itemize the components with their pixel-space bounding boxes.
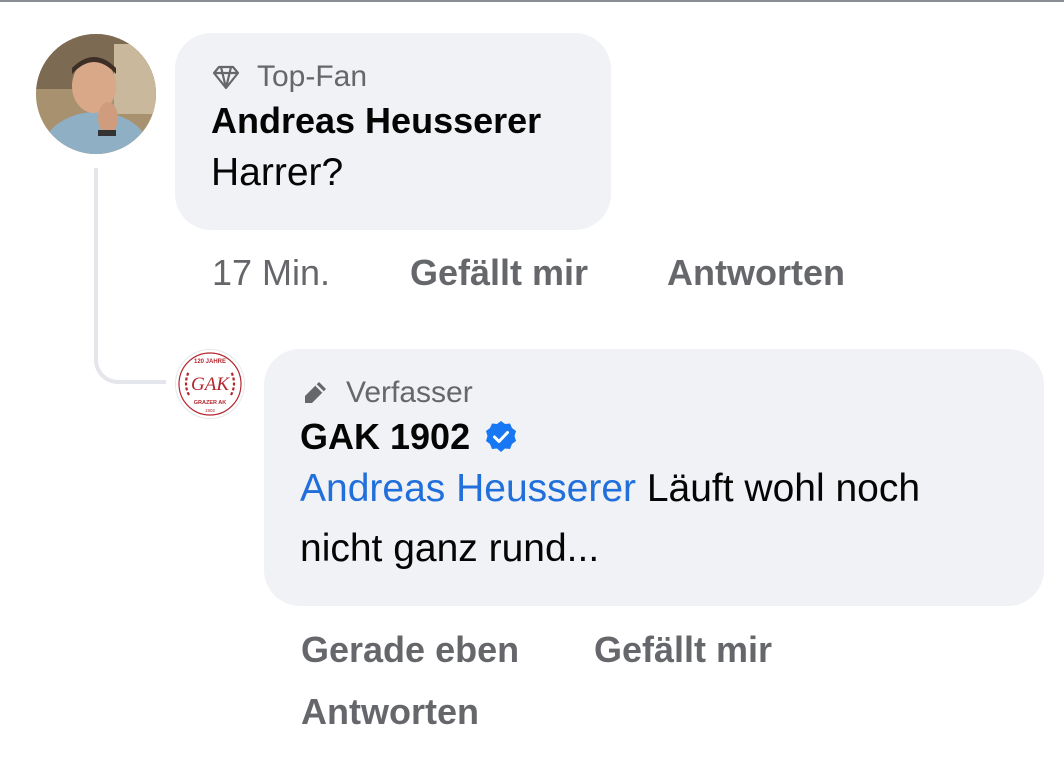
logo-top-text: 120 JAHRE <box>194 359 226 365</box>
reply-bubble: Verfasser GAK 1902 Andreas Heusserer Läu… <box>264 349 1044 606</box>
author-name[interactable]: GAK 1902 <box>300 415 470 459</box>
logo-bottom-text: GRAZER AK <box>194 400 227 406</box>
diamond-icon <box>212 65 240 90</box>
comment-author[interactable]: Andreas Heusserer <box>211 99 575 143</box>
top-divider <box>0 0 1064 2</box>
comment-author[interactable]: GAK 1902 <box>300 415 1008 459</box>
pencil-icon <box>305 382 326 403</box>
mention-link[interactable]: Andreas Heusserer <box>300 467 636 510</box>
top-fan-badge: Top-Fan <box>211 59 575 95</box>
badge-label: Top-Fan <box>257 60 368 93</box>
like-button[interactable]: Gefällt mir <box>594 629 772 671</box>
comment-timestamp[interactable]: 17 Min. <box>212 252 330 294</box>
comment-bubble: Top-Fan Andreas Heusserer Harrer? <box>175 33 611 230</box>
badge-label: Verfasser <box>346 376 473 409</box>
verified-badge-icon <box>486 421 517 452</box>
author-name[interactable]: Andreas Heusserer <box>211 99 541 143</box>
profile-photo <box>36 34 156 154</box>
like-button[interactable]: Gefällt mir <box>410 252 588 294</box>
comment-timestamp[interactable]: Gerade eben <box>301 629 519 671</box>
reply-thread-connector <box>94 168 166 384</box>
comment-text: Andreas Heusserer Läuft wohl noch nicht … <box>300 459 1008 579</box>
logo-monogram: GAK <box>191 374 230 395</box>
reply-button[interactable]: Antworten <box>301 691 479 733</box>
comment-text: Harrer? <box>211 151 344 194</box>
avatar-gak-1902[interactable]: 120 JAHRE GAK GRAZER AK 1902 <box>175 349 245 419</box>
gak-logo: 120 JAHRE GAK GRAZER AK 1902 <box>176 350 244 418</box>
reply-button[interactable]: Antworten <box>667 252 845 294</box>
avatar-andreas-heusserer[interactable] <box>36 34 156 154</box>
author-badge: Verfasser <box>300 375 1008 411</box>
logo-year: 1902 <box>205 408 216 413</box>
